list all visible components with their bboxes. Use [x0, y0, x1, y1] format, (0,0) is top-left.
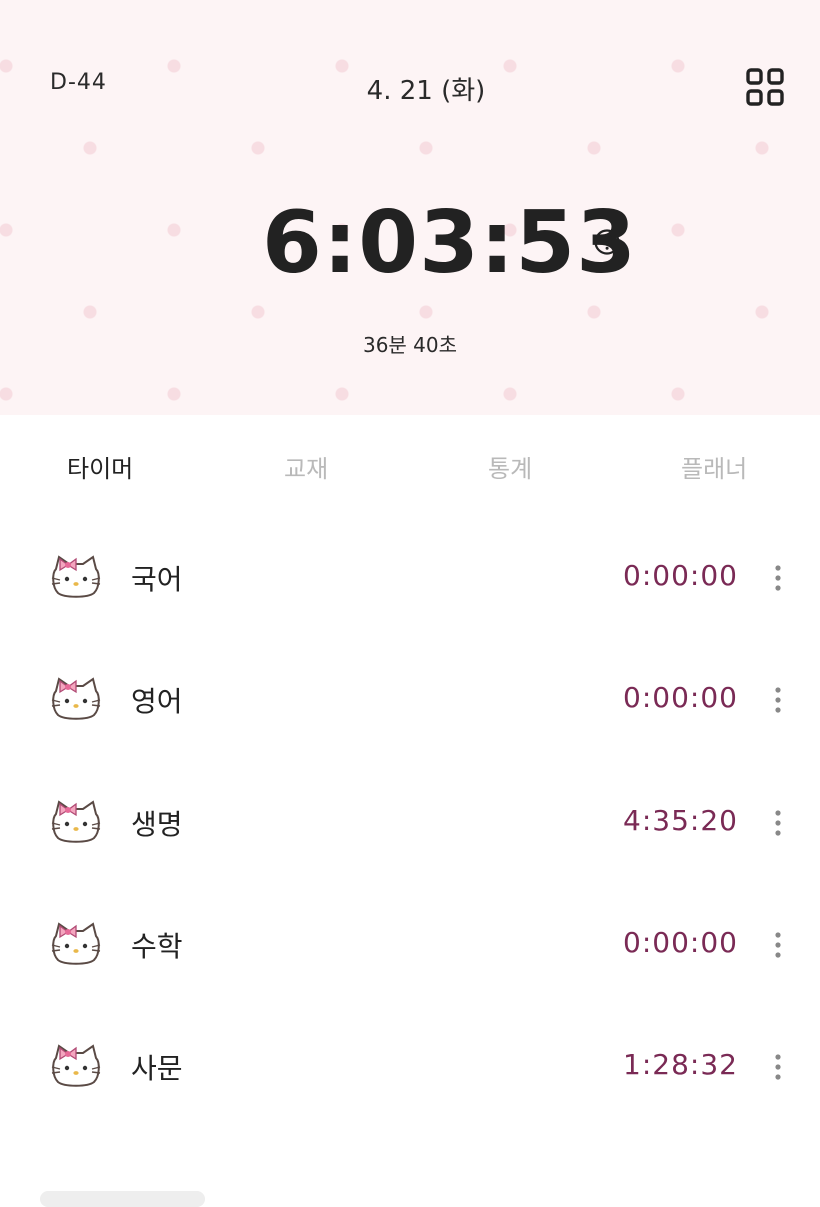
tab-planner[interactable]: 플래너 [681, 449, 747, 484]
more-vertical-icon[interactable] [768, 685, 788, 715]
hello-kitty-icon [51, 555, 101, 598]
question-circle-icon[interactable] [593, 228, 621, 256]
hello-kitty-icon [51, 677, 101, 720]
hello-kitty-icon [51, 1044, 101, 1087]
subject-time: 0:00:00 [623, 681, 738, 714]
subject-time: 0:00:00 [623, 926, 738, 959]
list-item[interactable]: 수학 0:00:00 [0, 905, 820, 995]
more-vertical-icon[interactable] [768, 563, 788, 593]
header: D-44 4. 21 (화) 6:03:53 36분 40초 [0, 0, 820, 415]
sub-time: 36분 40초 [362, 333, 458, 357]
subject-time: 4:35:20 [623, 804, 738, 837]
subject-name: 국어 [131, 563, 183, 596]
subject-time: 0:00:00 [623, 559, 738, 592]
list-item[interactable]: 영어 0:00:00 [0, 660, 820, 750]
more-vertical-icon[interactable] [768, 808, 788, 838]
subject-name: 영어 [131, 685, 183, 718]
subject-name: 생명 [131, 808, 183, 841]
subject-name: 사문 [131, 1052, 183, 1085]
list-item[interactable]: 생명 4:35:20 [0, 783, 820, 873]
list-item[interactable]: 사문 1:28:32 [0, 1027, 820, 1117]
subject-name: 수학 [131, 930, 183, 963]
tab-statistics[interactable]: 통계 [488, 449, 532, 484]
list-item[interactable]: 국어 0:00:00 [0, 538, 820, 628]
more-vertical-icon[interactable] [768, 1052, 788, 1082]
hello-kitty-icon [51, 800, 101, 843]
subject-time: 1:28:32 [623, 1048, 738, 1081]
total-time: 6:03:53 [262, 193, 637, 293]
tab-textbook[interactable]: 교재 [284, 449, 328, 484]
tab-timer[interactable]: 타이머 [67, 449, 133, 484]
grid-icon[interactable] [745, 67, 785, 107]
more-vertical-icon[interactable] [768, 930, 788, 960]
bottom-sheet-handle[interactable] [40, 1191, 205, 1207]
hello-kitty-icon [51, 922, 101, 965]
date-label: 4. 21 (화) [366, 76, 486, 106]
